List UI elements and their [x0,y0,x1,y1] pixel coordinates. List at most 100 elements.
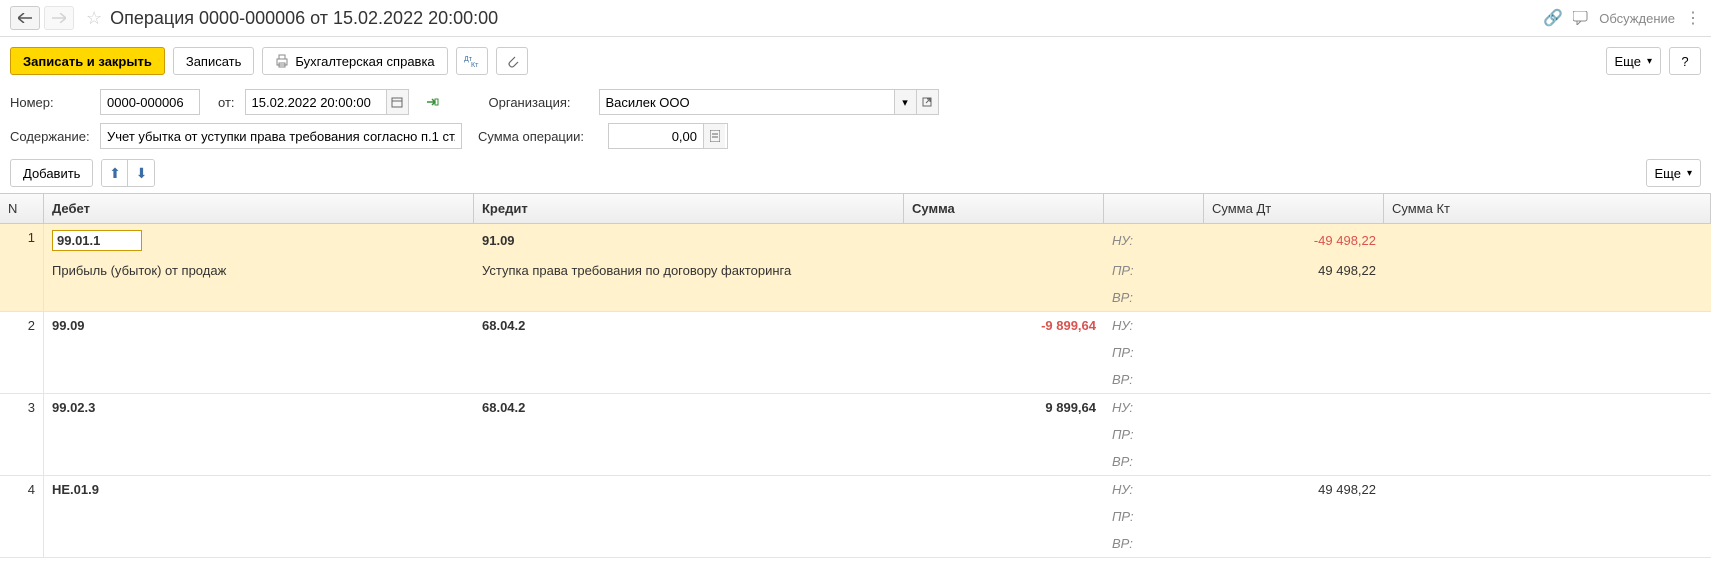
credit-code[interactable]: 68.04.2 [474,312,904,339]
vr-sumdt[interactable] [1204,292,1384,304]
pr-sumdt[interactable]: 49 498,22 [1204,257,1384,284]
pr-sumdt[interactable] [1204,429,1384,441]
favorite-icon[interactable]: ☆ [86,8,102,29]
more-menu-icon[interactable]: ⋮ [1685,8,1701,28]
printer-icon [275,54,289,68]
more-button-top[interactable]: Еще ▾ [1606,47,1661,75]
debit-desc[interactable]: Прибыль (убыток) от продаж [44,257,474,284]
vr-tag: ВР: [1104,366,1204,393]
pr-sumkt[interactable] [1384,347,1711,359]
nav-forward-button[interactable] [44,6,74,30]
credit-code[interactable] [474,484,904,496]
nu-sumkt[interactable] [1384,320,1711,332]
debit-code[interactable]: НЕ.01.9 [44,476,474,503]
sum-value[interactable]: 9 899,64 [904,394,1104,421]
debit-code[interactable]: 99.09 [44,312,474,339]
table-row[interactable]: 399.02.368.04.29 899,64НУ:ПР:ВР: [0,394,1711,476]
col-n-header[interactable]: N [0,194,44,223]
debit-desc[interactable] [44,511,474,523]
pr-sumdt[interactable] [1204,511,1384,523]
vr-sumkt[interactable] [1384,538,1711,550]
col-sum-header[interactable]: Сумма [904,194,1104,223]
col-tag-header [1104,194,1204,223]
attach-button[interactable] [496,47,528,75]
add-row-button[interactable]: Добавить [10,159,93,187]
apply-date-icon[interactable] [425,95,439,109]
grid-header: N Дебет Кредит Сумма Сумма Дт Сумма Кт [0,194,1711,224]
credit-code[interactable]: 68.04.2 [474,394,904,421]
nu-sumkt[interactable] [1384,235,1711,247]
pr-sumkt[interactable] [1384,429,1711,441]
nu-sumkt[interactable] [1384,402,1711,414]
debit-desc[interactable] [44,347,474,359]
help-button[interactable]: ? [1669,47,1701,75]
nu-sumdt[interactable]: -49 498,22 [1204,227,1384,254]
nu-sumdt[interactable]: 49 498,22 [1204,476,1384,503]
content-input[interactable] [100,123,462,149]
vr-sumkt[interactable] [1384,292,1711,304]
sum-blank [904,347,1104,359]
pr-sumkt[interactable] [1384,511,1711,523]
org-dropdown-button[interactable]: ▾ [894,90,916,114]
vr-sumkt[interactable] [1384,374,1711,386]
nav-back-button[interactable] [10,6,40,30]
table-row[interactable]: 199.01.191.09НУ:-49 498,22Прибыль (убыто… [0,224,1711,312]
date-input[interactable] [246,91,386,114]
credit-desc[interactable] [474,429,904,441]
sum-blank [904,265,1104,277]
discussion-icon[interactable] [1573,11,1589,25]
vr-sumkt[interactable] [1384,456,1711,468]
credit-desc[interactable]: Уступка права требования по договору фак… [474,257,904,284]
debit-desc[interactable] [44,429,474,441]
calc-button[interactable] [703,124,725,148]
pr-tag: ПР: [1104,421,1204,448]
org-input-wrap: ▾ [599,89,939,115]
org-open-button[interactable] [916,90,938,114]
debit-code[interactable]: 99.02.3 [44,394,474,421]
org-input[interactable] [600,91,894,114]
sumop-input[interactable] [609,125,703,148]
credit-code[interactable]: 91.09 [474,227,904,254]
move-down-button[interactable]: ⬇ [128,160,154,186]
nu-sumdt[interactable] [1204,402,1384,414]
col-sumkt-header[interactable]: Сумма Кт [1384,194,1711,223]
row-number: 2 [0,312,44,393]
org-label: Организация: [489,95,589,110]
dt-kt-button[interactable]: ДтКт [456,47,488,75]
vr-tag: ВР: [1104,448,1204,475]
sum-value[interactable] [904,484,1104,496]
move-up-button[interactable]: ⬆ [102,160,128,186]
save-button[interactable]: Записать [173,47,255,75]
pr-sumdt[interactable] [1204,347,1384,359]
vr-sumdt[interactable] [1204,456,1384,468]
nu-sumdt[interactable] [1204,320,1384,332]
pr-tag: ПР: [1104,339,1204,366]
number-label: Номер: [10,95,90,110]
credit-desc[interactable] [474,511,904,523]
table-row[interactable]: 299.0968.04.2-9 899,64НУ:ПР:ВР: [0,312,1711,394]
entries-grid: N Дебет Кредит Сумма Сумма Дт Сумма Кт 1… [0,193,1711,558]
number-input[interactable] [100,89,200,115]
vr-sumdt[interactable] [1204,538,1384,550]
col-credit-header[interactable]: Кредит [474,194,904,223]
nu-sumkt[interactable] [1384,484,1711,496]
sum-value[interactable]: -9 899,64 [904,312,1104,339]
paperclip-icon [505,54,519,68]
calendar-button[interactable] [386,90,408,114]
debit-code[interactable]: 99.01.1 [44,224,474,257]
credit-desc[interactable] [474,347,904,359]
nu-tag: НУ: [1104,394,1204,421]
pr-sumkt[interactable] [1384,265,1711,277]
col-debit-header[interactable]: Дебет [44,194,474,223]
col-sumdt-header[interactable]: Сумма Дт [1204,194,1384,223]
link-icon[interactable]: 🔗 [1543,8,1563,28]
more-button-table[interactable]: Еще ▾ [1646,159,1701,187]
accounting-ref-button[interactable]: Бухгалтерская справка [262,47,447,75]
from-label: от: [218,95,235,110]
table-row[interactable]: 4НЕ.01.9НУ:49 498,22ПР:ВР: [0,476,1711,558]
vr-sumdt[interactable] [1204,374,1384,386]
chevron-down-icon: ▾ [1687,168,1692,179]
sum-value[interactable] [904,235,1104,247]
save-close-button[interactable]: Записать и закрыть [10,47,165,75]
discussion-label[interactable]: Обсуждение [1599,11,1675,26]
